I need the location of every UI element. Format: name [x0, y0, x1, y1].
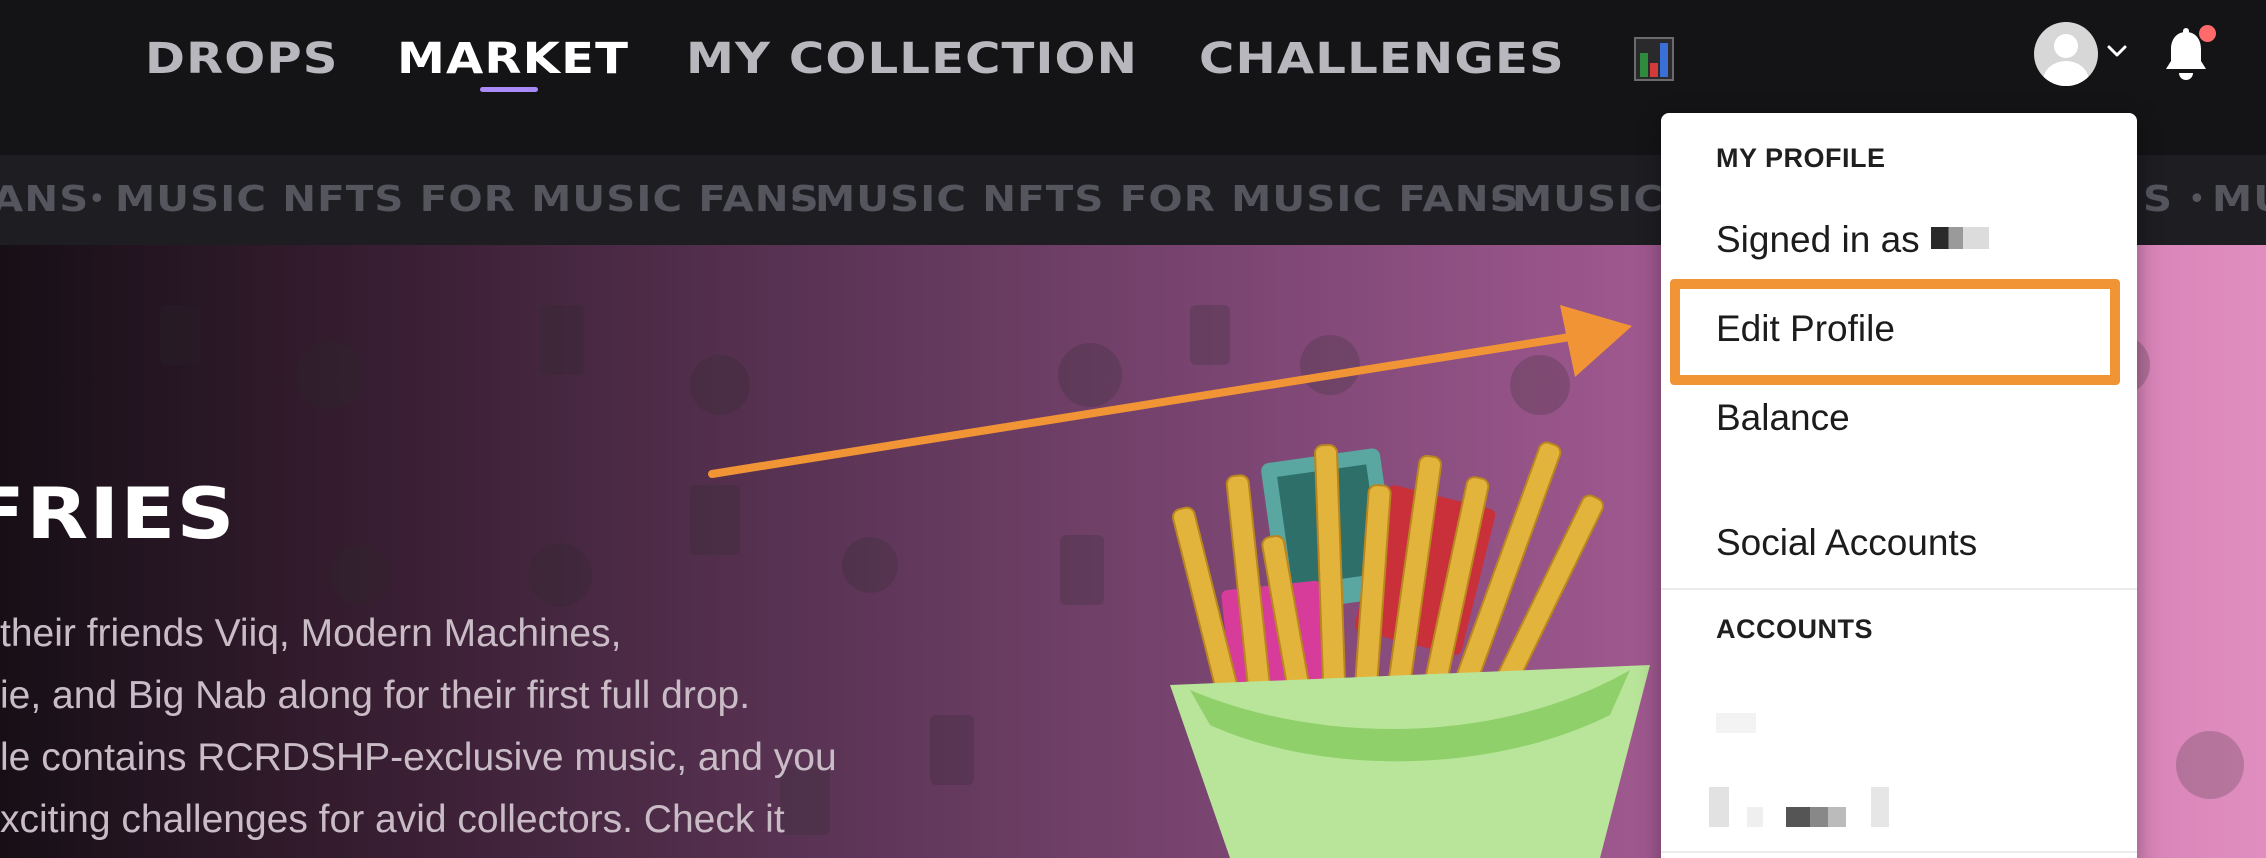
redacted-account: [1709, 787, 1729, 827]
ticker-separator: •: [88, 182, 106, 217]
leaderboard-icon[interactable]: [1634, 37, 1674, 81]
drop-description: their friends Viiq, Modern Machines, ie,…: [0, 603, 930, 851]
description-line: xciting challenges for avid collectors. …: [0, 798, 785, 841]
nav-challenges[interactable]: CHALLENGES: [1199, 34, 1565, 84]
redacted-account: [1747, 807, 1763, 827]
description-line: ie, and Big Nab along for their first fu…: [0, 674, 751, 717]
user-avatar-icon[interactable]: [2034, 22, 2098, 86]
ticker-separator: •: [788, 182, 806, 217]
annotation-highlight-box: [1670, 279, 2120, 385]
ticker-text: MUSIC NFTS FOR MUSIC FANS: [115, 179, 820, 220]
ticker-separator: •: [2188, 182, 2206, 217]
redacted-account: [1716, 713, 1756, 733]
ticker-text: ANS: [0, 179, 90, 220]
drop-title: FRIES: [0, 473, 236, 555]
menu-divider: [1661, 851, 2137, 853]
ticker-text: MU: [2212, 179, 2266, 220]
description-line: their friends Viiq, Modern Machines,: [0, 612, 622, 655]
notification-badge: [2199, 25, 2216, 42]
nav-drops[interactable]: DROPS: [145, 34, 339, 84]
ticker-text: MUSIC NFTS FOR MUSIC FANS: [815, 179, 1520, 220]
fries-artwork: [1170, 441, 1650, 858]
nav-market[interactable]: MARKET: [397, 34, 629, 84]
redacted-account: [1871, 787, 1889, 827]
menu-item-balance[interactable]: Balance: [1716, 397, 1850, 439]
nav-my-collection[interactable]: MY COLLECTION: [686, 34, 1138, 84]
signed-in-label: Signed in as: [1716, 219, 1920, 260]
signed-in-as-label: Signed in as: [1716, 219, 1920, 261]
menu-item-social-accounts[interactable]: Social Accounts: [1716, 522, 1977, 564]
active-tab-indicator: [480, 87, 538, 92]
menu-divider: [1661, 588, 2137, 590]
ticker-text: S: [2143, 179, 2174, 220]
profile-dropdown-menu: MY PROFILE Signed in as Edit Profile Bal…: [1661, 113, 2137, 858]
redacted-username: [1931, 227, 1989, 249]
description-line: le contains RCRDSHP-exclusive music, and…: [0, 736, 837, 779]
section-title-accounts: ACCOUNTS: [1716, 614, 1873, 644]
redacted-account: [1786, 807, 1846, 827]
section-title-my-profile: MY PROFILE: [1716, 143, 1886, 173]
ticker-separator: •: [1488, 182, 1506, 217]
ticker-text: MUSIC: [1512, 179, 1665, 220]
chevron-down-icon[interactable]: [2106, 40, 2128, 62]
